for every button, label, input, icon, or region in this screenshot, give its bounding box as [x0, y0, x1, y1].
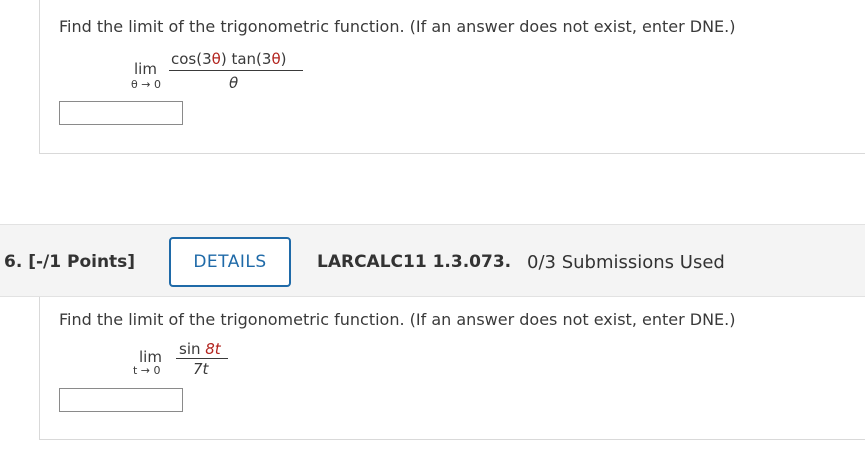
numerator-function: sin — [179, 340, 206, 358]
question-5-prompt: Find the limit of the trigonometric func… — [59, 17, 736, 36]
limit-denominator: θ — [229, 74, 239, 92]
lim-subscript: θ → 0 — [131, 78, 161, 91]
lim-subscript: t → 0 — [133, 364, 161, 377]
numerator-theta-1: θ — [211, 50, 221, 68]
fraction-bar — [176, 358, 228, 359]
question-source-reference: LARCALC11 1.3.073. — [317, 252, 512, 272]
question-6-points-label: 6. [-/1 Points] — [4, 252, 136, 272]
numerator-text-1: cos(3 — [171, 50, 212, 68]
lim-label: lim — [134, 60, 157, 78]
numerator-text-3: ) — [280, 50, 287, 68]
numerator-argument: 8t — [205, 340, 221, 358]
question-6-header: 6. [-/1 Points] DETAILS LARCALC11 1.3.07… — [0, 224, 865, 297]
limit-denominator: 7t — [193, 360, 209, 378]
limit-numerator: cos(3θ) tan(3θ) — [171, 50, 286, 68]
numerator-theta-2: θ — [271, 50, 281, 68]
submissions-used: 0/3 Submissions Used — [527, 252, 725, 273]
limit-numerator: sin 8t — [179, 340, 221, 358]
fraction-bar — [169, 70, 303, 71]
question-5-answer-input[interactable] — [59, 101, 183, 125]
question-5-card: Find the limit of the trigonometric func… — [39, 0, 865, 154]
details-button[interactable]: DETAILS — [169, 237, 291, 287]
question-6-card: Find the limit of the trigonometric func… — [39, 297, 865, 440]
page: Find the limit of the trigonometric func… — [0, 0, 865, 472]
question-6-prompt: Find the limit of the trigonometric func… — [59, 310, 736, 329]
numerator-text-2: ) tan(3 — [220, 50, 272, 68]
question-6-answer-input[interactable] — [59, 388, 183, 412]
